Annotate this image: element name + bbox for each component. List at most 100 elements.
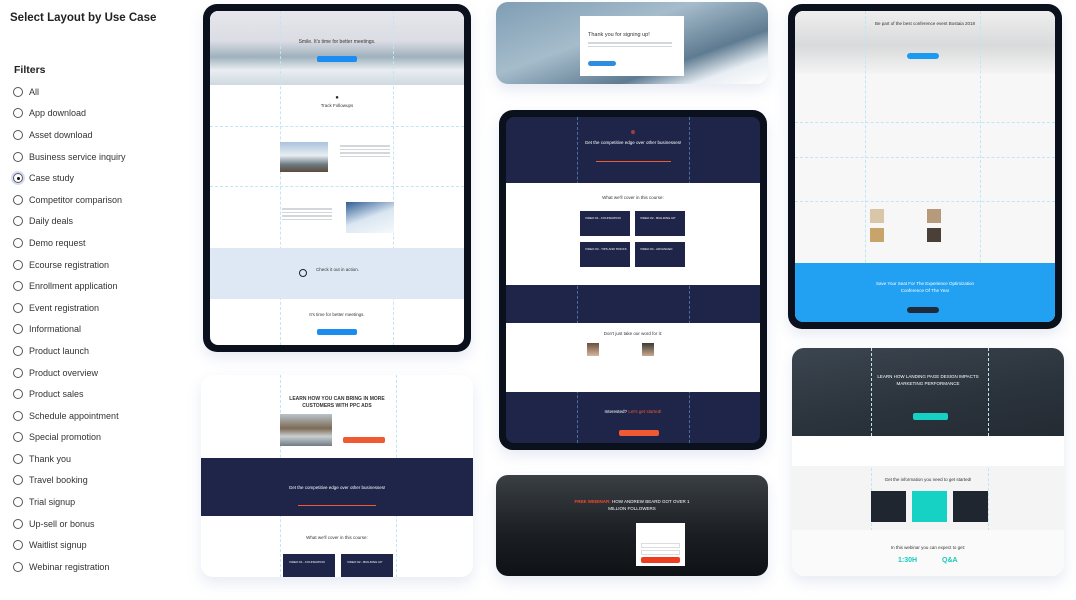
radio-button[interactable] xyxy=(13,518,23,529)
radio-button[interactable] xyxy=(13,410,23,421)
radio-button[interactable] xyxy=(13,86,23,97)
expect-section xyxy=(792,530,1064,576)
save-seat-button[interactable] xyxy=(641,557,680,563)
filter-option-label: Case study xyxy=(29,173,75,184)
filter-option-travel-booking[interactable]: Travel booking xyxy=(13,470,126,492)
filter-option-event-registration[interactable]: Event registration xyxy=(13,297,126,319)
filter-option-product-overview[interactable]: Product overview xyxy=(13,362,126,384)
radio-button[interactable] xyxy=(13,345,23,356)
save-seat-button[interactable] xyxy=(907,307,939,313)
filter-option-app-download[interactable]: App download xyxy=(13,103,126,125)
lake-video-thumbnail[interactable] xyxy=(280,414,332,446)
filter-option-webinar-registration[interactable]: Webinar registration xyxy=(13,556,126,578)
radio-button[interactable] xyxy=(13,432,23,443)
email-input[interactable] xyxy=(641,550,680,555)
video-section-title: Check it out in action. xyxy=(316,267,360,272)
radio-button[interactable] xyxy=(13,497,23,508)
filter-option-label: Competitor comparison xyxy=(29,194,123,205)
radio-button[interactable] xyxy=(13,108,23,119)
radio-button[interactable] xyxy=(13,151,23,162)
filter-option-product-launch[interactable]: Product launch xyxy=(13,340,126,362)
registration-form xyxy=(636,523,685,566)
filter-option-case-study[interactable]: Case study xyxy=(13,167,126,189)
template-card-conference[interactable]: Be part of the best conference event Bos… xyxy=(788,4,1062,329)
template-card-landing-webinar[interactable]: LEARN HOW LANDING PAGE DESIGN IMPACTS MA… xyxy=(792,348,1064,576)
info-card-3[interactable] xyxy=(953,491,988,522)
cta-button[interactable] xyxy=(619,430,659,436)
video-card-2[interactable]: VIDEO #2 - BUILDING UP xyxy=(341,554,393,577)
ppc-headline-line2: CUSTOMERS WITH PPC ADS xyxy=(302,403,372,409)
radio-button[interactable] xyxy=(13,173,23,184)
filter-option-ecourse-registration[interactable]: Ecourse registration xyxy=(13,254,126,276)
template-card-webinar-dark[interactable]: FREE WEBINAR: HOW ANDREW BEARD GOT OVER … xyxy=(496,475,768,576)
course-cover-heading: What we'll cover in this course: xyxy=(602,195,664,200)
template-card-ppc[interactable]: LEARN HOW YOU CAN BRING IN MORE CUSTOMER… xyxy=(201,375,473,577)
template-card-thank-you[interactable]: Thank you for signing up! xyxy=(496,2,768,84)
video-card-4[interactable]: VIDEO #4 - ADVANCED xyxy=(635,242,685,267)
filter-option-label: Thank you xyxy=(29,453,72,464)
hero-cta-button[interactable] xyxy=(317,56,357,62)
filter-option-asset-download[interactable]: Asset download xyxy=(13,124,126,146)
filter-option-product-sales[interactable]: Product sales xyxy=(13,383,126,405)
speaker-avatar xyxy=(927,228,941,242)
course-headline: Get the competitive edge over other busi… xyxy=(584,140,682,145)
filter-option-enrollment-application[interactable]: Enrollment application xyxy=(13,275,126,297)
radio-button[interactable] xyxy=(13,194,23,205)
video-card-3[interactable]: VIDEO #3 - TIPS AND TRICKS xyxy=(580,242,630,267)
ppc-subhead: Get the competitive edge over other busi… xyxy=(288,485,386,490)
filter-option-special-promotion[interactable]: Special promotion xyxy=(13,427,126,449)
radio-button[interactable] xyxy=(13,453,23,464)
radio-button[interactable] xyxy=(13,281,23,292)
radio-button[interactable] xyxy=(13,302,23,313)
webinar-headline-line2: MILLION FOLLOWERS xyxy=(608,506,656,511)
filter-option-informational[interactable]: Informational xyxy=(13,319,126,341)
video-card-2[interactable]: VIDEO #2 - BUILDING UP xyxy=(635,211,685,236)
filter-option-label: Business service inquiry xyxy=(29,151,126,162)
radio-button[interactable] xyxy=(13,475,23,486)
radio-button[interactable] xyxy=(13,129,23,140)
radio-button[interactable] xyxy=(13,324,23,335)
avatar xyxy=(587,343,599,356)
template-card-meetings[interactable]: Smile. It's time for better meetings. ● … xyxy=(203,4,471,352)
filter-radio-group: All App download Asset download Business se… xyxy=(13,81,126,578)
stat-qa: Q&A xyxy=(942,557,958,564)
radio-button[interactable] xyxy=(13,389,23,400)
info-card-1[interactable] xyxy=(871,491,906,522)
filter-option-all[interactable]: All xyxy=(13,81,126,103)
cta-heading: Interested? Let's get started! xyxy=(604,409,662,414)
filter-option-schedule-appointment[interactable]: Schedule appointment xyxy=(13,405,126,427)
conference-cta-button[interactable] xyxy=(907,53,939,59)
filter-option-label: Event registration xyxy=(29,302,100,313)
footer-cta-button[interactable] xyxy=(317,329,357,335)
filter-option-label: Product overview xyxy=(29,367,99,378)
ppc-cover-heading: What we'll cover in this course: xyxy=(306,535,368,540)
play-icon[interactable] xyxy=(299,269,307,277)
radio-button[interactable] xyxy=(13,259,23,270)
name-input[interactable] xyxy=(641,543,680,548)
radio-button[interactable] xyxy=(13,540,23,551)
thank-you-button[interactable] xyxy=(588,61,616,66)
filter-option-waitlist-signup[interactable]: Waitlist signup xyxy=(13,534,126,556)
ppc-headline-line1: LEARN HOW YOU CAN BRING IN MORE xyxy=(289,396,385,402)
filter-option-up-sell-or-bonus[interactable]: Up-sell or bonus xyxy=(13,513,126,535)
radio-button[interactable] xyxy=(13,367,23,378)
filter-option-competitor-comparison[interactable]: Competitor comparison xyxy=(13,189,126,211)
radio-button[interactable] xyxy=(13,216,23,227)
video-card-1[interactable]: VIDEO #1 - FOUNDATION xyxy=(283,554,335,577)
filter-option-daily-deals[interactable]: Daily deals xyxy=(13,211,126,233)
video-card-1[interactable]: VIDEO #1 - FOUNDATION xyxy=(580,211,630,236)
testimonials-heading: Don't just take our word for it: xyxy=(603,331,663,336)
conference-headline: Be part of the best conference event Bos… xyxy=(874,21,976,26)
filter-option-thank-you[interactable]: Thank you xyxy=(13,448,126,470)
info-card-2[interactable] xyxy=(912,491,947,522)
filter-option-label: Demo request xyxy=(29,237,86,248)
template-card-course[interactable]: ⊗ Get the competitive edge over other bu… xyxy=(499,110,767,450)
filter-option-trial-signup[interactable]: Trial signup xyxy=(13,491,126,513)
filter-option-demo-request[interactable]: Demo request xyxy=(13,232,126,254)
filter-option-business-service-inquiry[interactable]: Business service inquiry xyxy=(13,146,126,168)
radio-button[interactable] xyxy=(13,237,23,248)
radio-button[interactable] xyxy=(13,561,23,572)
features-section xyxy=(792,436,1064,466)
ppc-cta-button[interactable] xyxy=(343,437,385,443)
hero-cta-button[interactable] xyxy=(913,413,948,420)
